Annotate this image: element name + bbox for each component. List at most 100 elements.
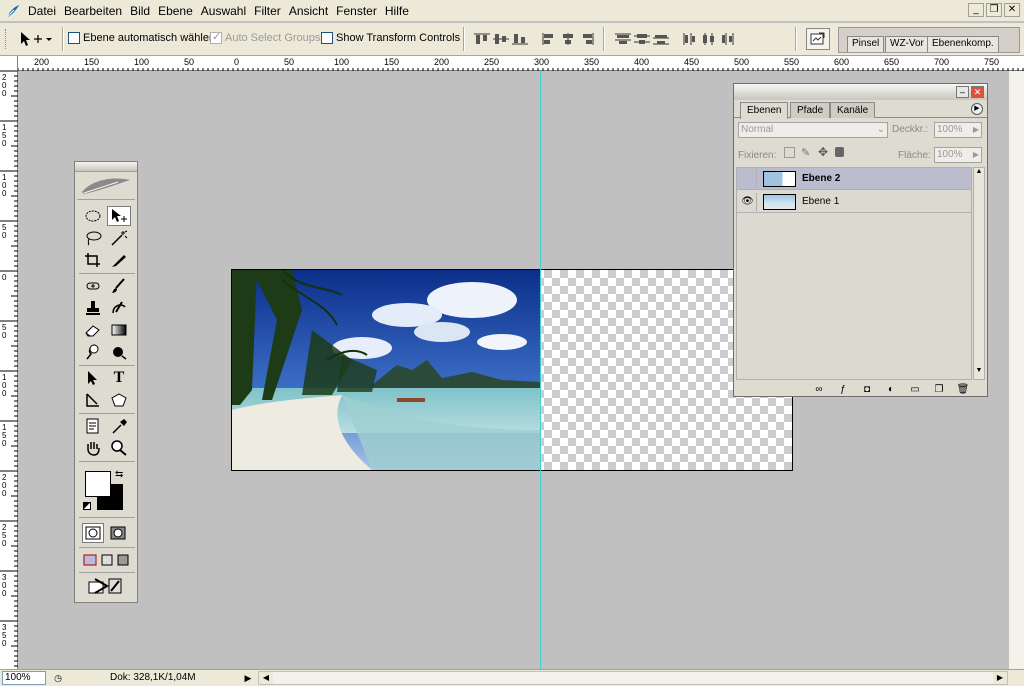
vertical-scrollbar[interactable]: [1008, 71, 1024, 669]
crop-icon[interactable]: [81, 250, 105, 270]
options-grip[interactable]: [5, 29, 8, 49]
link-layers-icon[interactable]: ∞: [812, 384, 826, 395]
lock-position-icon[interactable]: ✥: [818, 145, 828, 159]
pen-icon[interactable]: [81, 390, 105, 410]
quick-mask-icon[interactable]: [107, 523, 129, 543]
feather-logo-icon[interactable]: [77, 172, 135, 200]
zoom-icon[interactable]: [107, 438, 131, 458]
align-right-edges-icon[interactable]: [578, 31, 596, 47]
tab-ebenen[interactable]: Ebenen: [740, 102, 789, 119]
well-tab-pinsel[interactable]: Pinsel: [847, 36, 885, 52]
distribute-bottom-icon[interactable]: [652, 31, 670, 47]
full-screen-mode-icon[interactable]: [115, 550, 131, 570]
healing-brush-icon[interactable]: [81, 276, 105, 296]
brush-icon[interactable]: [107, 276, 131, 296]
adjustment-layer-icon[interactable]: ◐: [884, 384, 898, 395]
ruler-corner[interactable]: [0, 56, 18, 71]
document-canvas[interactable]: [231, 269, 793, 471]
foreground-color-swatch[interactable]: [85, 471, 111, 497]
fill-field[interactable]: 100% ▶: [934, 147, 982, 163]
distribute-top-icon[interactable]: [614, 31, 632, 47]
imageready-jump-icon[interactable]: [83, 576, 127, 596]
shape-icon[interactable]: [107, 390, 131, 410]
layer-style-icon[interactable]: ƒ: [836, 384, 850, 395]
file-browser-icon[interactable]: [806, 28, 830, 50]
palette-minimize-button[interactable]: –: [956, 86, 969, 98]
add-mask-icon[interactable]: ◘: [860, 384, 874, 395]
opacity-field[interactable]: 100% ▶: [934, 122, 982, 138]
clone-stamp-icon[interactable]: [81, 298, 105, 318]
eraser-icon[interactable]: [81, 320, 105, 340]
magic-wand-icon[interactable]: [107, 228, 131, 248]
palette-close-button[interactable]: ✕: [971, 86, 984, 98]
restore-button[interactable]: ❐: [986, 3, 1002, 17]
standard-screen-mode-icon[interactable]: [81, 550, 99, 570]
layer-name[interactable]: Ebene 1: [802, 196, 839, 207]
gradient-icon[interactable]: [107, 320, 131, 340]
menu-bearbeiten[interactable]: Bearbeiten: [60, 1, 126, 21]
menu-ebene[interactable]: Ebene: [154, 1, 197, 21]
blend-mode-select[interactable]: Normal ⌄: [738, 122, 888, 138]
align-horizontal-centers-icon[interactable]: [559, 31, 577, 47]
move-icon[interactable]: [107, 206, 131, 226]
layer-name[interactable]: Ebene 2: [802, 173, 840, 184]
tool-preset-picker[interactable]: [16, 29, 58, 49]
show-transform-controls-checkbox[interactable]: Show Transform Controls: [321, 32, 460, 44]
auto-select-groups-checkbox[interactable]: Auto Select Groups: [210, 30, 320, 44]
menu-fenster[interactable]: Fenster: [332, 1, 381, 21]
menu-hilfe[interactable]: Hilfe: [381, 1, 413, 21]
tab-pfade[interactable]: Pfade: [790, 102, 831, 118]
feather-icon[interactable]: [2, 1, 24, 21]
auto-select-layer-checkbox[interactable]: Ebene automatisch wählen: [68, 32, 215, 44]
eyedropper-icon[interactable]: [107, 416, 131, 436]
notes-icon[interactable]: [81, 416, 105, 436]
status-menu-arrow-icon[interactable]: ▶: [242, 671, 254, 685]
lasso-icon[interactable]: [81, 228, 105, 248]
distribute-hcenter-icon[interactable]: [700, 31, 718, 47]
layer-list-scrollbar[interactable]: ▲ ▼: [973, 167, 985, 380]
lock-pixels-icon[interactable]: ✎: [801, 146, 810, 159]
elliptical-marquee-icon[interactable]: [81, 206, 105, 226]
toolbox-titlebar[interactable]: [75, 162, 137, 172]
align-bottom-edges-icon[interactable]: [511, 31, 529, 47]
visibility-toggle-empty[interactable]: [739, 169, 757, 188]
path-select-icon[interactable]: [81, 368, 105, 388]
scroll-down-icon[interactable]: ▼: [974, 367, 984, 379]
menu-ansicht[interactable]: Ansicht: [285, 1, 332, 21]
menu-bild[interactable]: Bild: [126, 1, 154, 21]
well-tab-wz-vor[interactable]: WZ-Vor: [885, 36, 929, 52]
new-group-icon[interactable]: ▭: [908, 384, 922, 395]
new-layer-icon[interactable]: ❐: [932, 384, 946, 395]
align-vertical-centers-icon[interactable]: [492, 31, 510, 47]
align-left-edges-icon[interactable]: [540, 31, 558, 47]
burn-icon[interactable]: [107, 342, 131, 362]
standard-mode-icon[interactable]: [82, 523, 104, 543]
trash-icon[interactable]: 🗑: [956, 384, 970, 395]
menu-datei[interactable]: Datei: [24, 1, 60, 21]
layer-row-ebene-1[interactable]: 👁 Ebene 1: [737, 191, 971, 213]
scroll-up-icon[interactable]: ▲: [974, 168, 984, 180]
tab-kanaele[interactable]: Kanäle: [830, 102, 876, 118]
full-screen-menu-mode-icon[interactable]: [99, 550, 115, 570]
distribute-right-icon[interactable]: [719, 31, 737, 47]
history-brush-icon[interactable]: [107, 298, 131, 318]
close-button[interactable]: ✕: [1004, 3, 1020, 17]
scroll-left-icon[interactable]: ◀: [259, 672, 273, 684]
hand-icon[interactable]: [81, 438, 105, 458]
align-top-edges-icon[interactable]: [473, 31, 491, 47]
ruler-top[interactable]: 200 150 100 50 0 50 100 150 200 250 300 350 400 450 50…: [18, 56, 1024, 71]
layers-palette-titlebar[interactable]: – ✕: [734, 84, 987, 100]
slice-icon[interactable]: [107, 250, 131, 270]
default-colors-icon[interactable]: [83, 502, 91, 510]
zoom-field[interactable]: 100%: [2, 671, 46, 685]
show-transform-controls-box[interactable]: [321, 32, 333, 44]
well-tab-ebenenkomp[interactable]: Ebenenkomp.: [927, 36, 999, 52]
vertical-guide[interactable]: [540, 71, 541, 669]
lock-all-icon[interactable]: [835, 147, 844, 157]
eye-icon[interactable]: 👁: [739, 192, 757, 211]
auto-select-layer-box[interactable]: [68, 32, 80, 44]
lock-transparency-icon[interactable]: [784, 147, 795, 158]
scroll-right-icon[interactable]: ▶: [993, 672, 1007, 684]
distribute-vcenter-icon[interactable]: [633, 31, 651, 47]
swap-colors-icon[interactable]: ⇆: [115, 469, 123, 480]
